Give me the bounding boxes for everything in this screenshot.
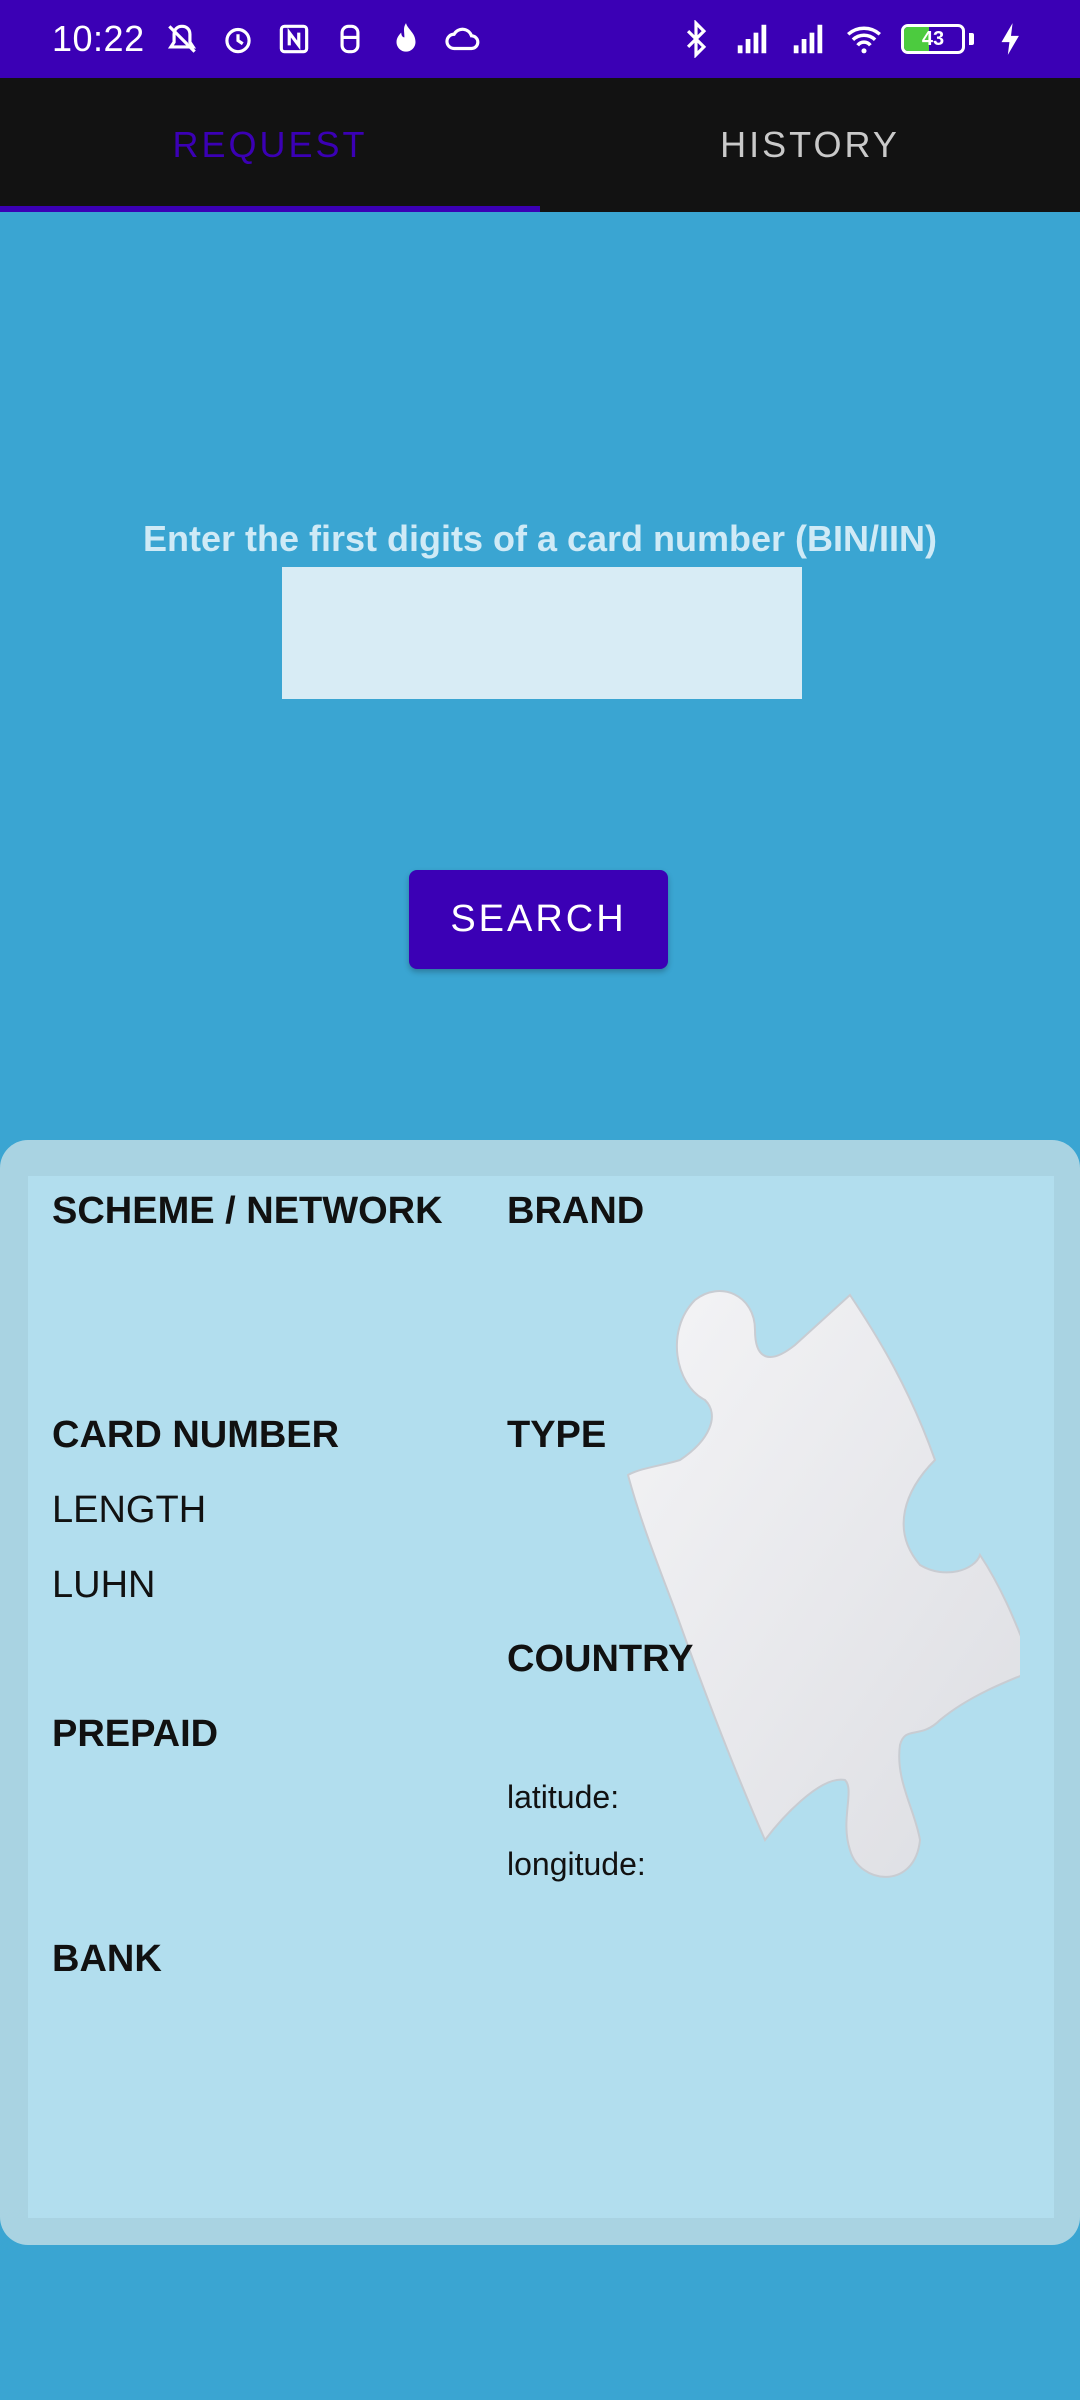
status-time: 10:22	[52, 18, 145, 59]
battery-icon: 43	[901, 24, 965, 54]
bank-label: BANK	[52, 1938, 162, 1980]
luhn-label: LUHN	[52, 1564, 156, 1606]
tab-history[interactable]: HISTORY	[540, 78, 1080, 212]
battery-nub	[969, 33, 974, 45]
puzzle-piece-image	[626, 1290, 1020, 1878]
length-label: LENGTH	[52, 1489, 207, 1531]
status-right: 43	[677, 20, 1030, 58]
charging-icon	[1001, 23, 1019, 55]
longitude-label: longitude:	[507, 1846, 646, 1882]
prepaid-label: PREPAID	[52, 1713, 219, 1755]
tab-bar: REQUEST HISTORY	[0, 78, 1080, 212]
tab-request[interactable]: REQUEST	[0, 78, 540, 212]
bin-input[interactable]	[282, 567, 802, 699]
wifi-icon	[847, 26, 881, 54]
battery-level: 43	[921, 27, 945, 50]
status-left: 10:22	[52, 18, 481, 60]
country-label: COUNTRY	[507, 1638, 694, 1680]
signal-icon	[793, 24, 823, 54]
type-label: TYPE	[507, 1414, 607, 1456]
latitude-label: latitude:	[507, 1779, 620, 1815]
signal-icon	[737, 24, 767, 54]
brand-label: BRAND	[507, 1190, 645, 1232]
bluetooth-icon	[686, 20, 707, 58]
bin-prompt: Enter the first digits of a card number …	[142, 518, 938, 559]
nfc-icon	[279, 24, 308, 54]
status-bar: 10:22 43	[0, 0, 1080, 78]
app-icon	[340, 24, 360, 54]
search-button[interactable]: SEARCH	[409, 870, 668, 969]
cloud-icon	[445, 27, 479, 51]
card-number-label: CARD NUMBER	[52, 1414, 340, 1456]
alarm-icon	[224, 27, 251, 54]
flame-icon	[396, 23, 416, 52]
muted-vibrate-icon	[167, 24, 196, 53]
scheme-label: SCHEME / NETWORK	[52, 1190, 443, 1232]
